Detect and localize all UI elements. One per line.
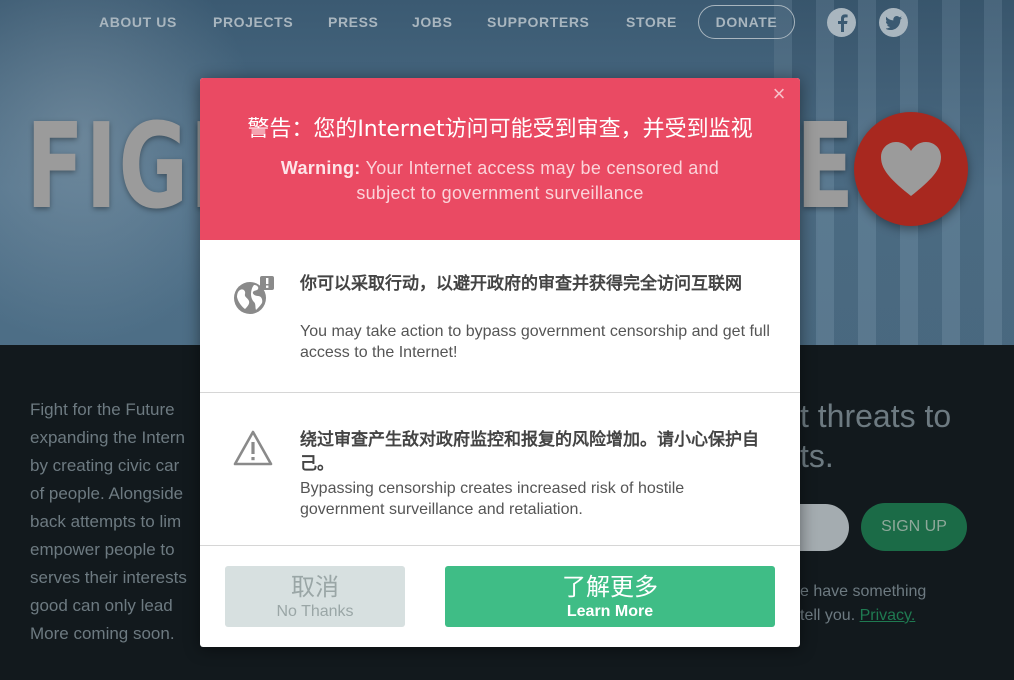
risk-text-en: Bypassing censorship creates increased r… [300, 480, 685, 518]
warning-triangle-icon [232, 429, 274, 472]
modal-subtitle-bold: Warning: [280, 158, 361, 178]
globe-alert-icon [232, 274, 276, 321]
action-section: 你可以采取行动，以避开政府的审查并获得完全访问互联网 You may take … [200, 240, 800, 393]
learn-label-en: Learn More [566, 603, 654, 620]
modal-title: 警告：您的Internet访问可能受到审查，并受到监视 [247, 117, 753, 142]
no-thanks-button[interactable]: 取消 No Thanks [225, 566, 405, 627]
modal-subtitle: Warning: Your Internet access may be cen… [270, 156, 730, 206]
modal-header: × 警告：您的Internet访问可能受到审查，并受到监视 Warning: Y… [200, 78, 800, 240]
risk-section: 绕过审查产生敌对政府监控和报复的风险增加。请小心保护自己。 Bypassing … [200, 393, 800, 546]
cancel-label-zh: 取消 [291, 573, 339, 601]
learn-label-zh: 了解更多 [562, 573, 658, 601]
action-text-zh: 你可以采取行动，以避开政府的审查并获得完全访问互联网 [300, 274, 742, 294]
action-text-en: You may take action to bypass government… [300, 323, 770, 361]
close-icon[interactable]: × [770, 83, 788, 105]
cancel-label-en: No Thanks [276, 603, 354, 620]
learn-more-button[interactable]: 了解更多 Learn More [445, 566, 775, 627]
censorship-warning-modal: × 警告：您的Internet访问可能受到审查，并受到监视 Warning: Y… [200, 78, 800, 647]
risk-text-zh: 绕过审查产生敌对政府监控和报复的风险增加。请小心保护自己。 [300, 430, 759, 474]
modal-subtitle-text: Your Internet access may be censored and… [356, 158, 720, 203]
